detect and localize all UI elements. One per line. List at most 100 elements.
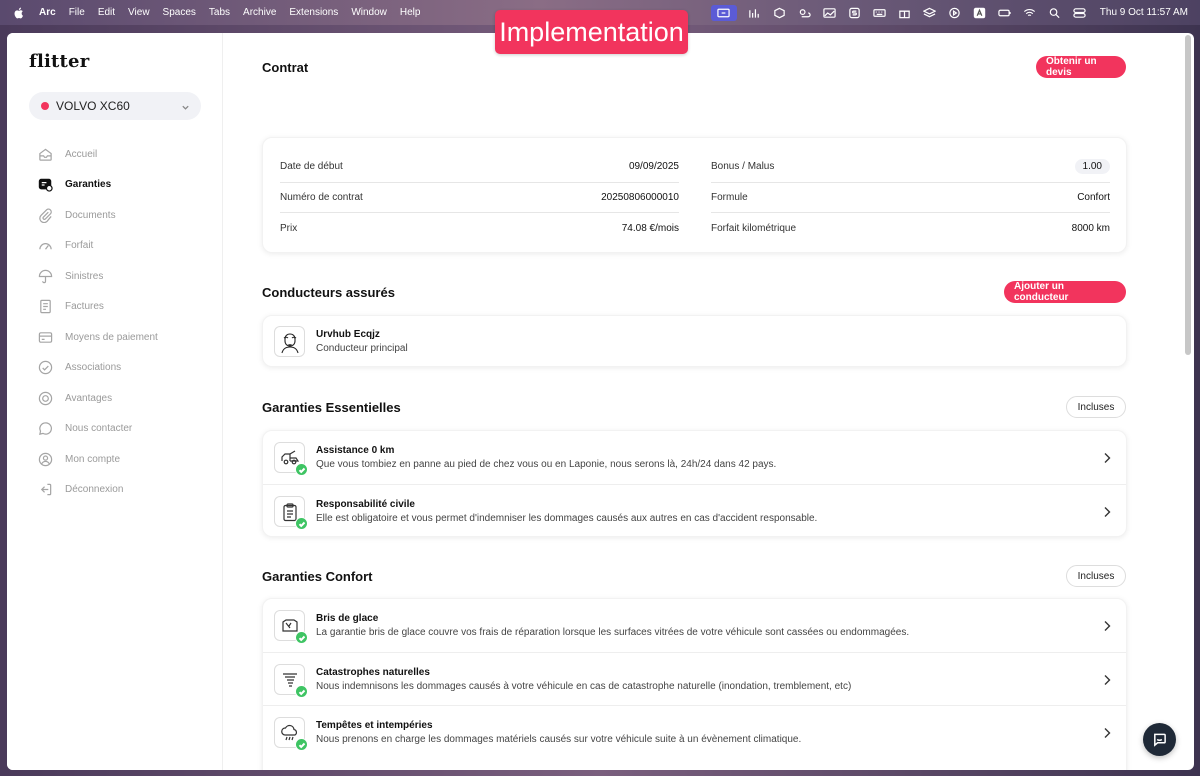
chevron-right-icon [1102,673,1112,685]
weather-icon[interactable] [798,7,812,19]
sidebar-item-deconnexion[interactable]: Déconnexion [37,475,158,506]
shield-card-icon [37,177,53,193]
sidebar-item-label: Sinistres [65,270,104,282]
sidebar-item-accueil[interactable]: Accueil [37,139,158,170]
gauge-icon [37,238,53,254]
kv-label: Bonus / Malus [711,161,775,173]
clipboard-icon [274,496,308,530]
menu-window[interactable]: Window [351,7,387,18]
screen-share-icon[interactable] [710,4,737,21]
scrollbar[interactable] [1185,35,1191,355]
keyboard-icon[interactable] [873,7,887,19]
guarantee-desc: Elle est obligatoire et vous permet d'in… [316,513,818,524]
guarantee-title: Catastrophes naturelles [316,667,430,678]
kv-value: Confort [1077,191,1110,203]
chevron-right-icon [1102,726,1112,738]
sidebar-item-label: Garanties [65,179,112,191]
vehicle-name: VOLVO XC60 [56,99,130,113]
gift-icon[interactable] [898,7,912,19]
guarantee-row-civil-liability[interactable]: Responsabilité civile Elle est obligatoi… [263,484,1126,537]
menu-view[interactable]: View [128,7,150,18]
support-chat-button[interactable] [1143,723,1176,756]
section-title-drivers: Conducteurs assurés [262,285,395,300]
sidebar-item-label: Déconnexion [65,484,124,496]
sidebar-item-avantages[interactable]: Avantages [37,383,158,414]
kv-label: Formule [711,191,748,203]
image-icon[interactable] [823,7,837,19]
contract-row-price: Prix 74.08 €/mois [280,213,679,244]
implementation-badge: Implementation [495,10,688,54]
sidebar-item-compte[interactable]: Mon compte [37,444,158,475]
check-icon [295,463,308,476]
chart-icon[interactable] [748,7,762,19]
layers-icon[interactable] [923,7,937,19]
apple-icon[interactable] [13,7,25,19]
sidebar-item-associations[interactable]: Associations [37,353,158,384]
sidebar-item-sinistres[interactable]: Sinistres [37,261,158,292]
section-title-contrat: Contrat [262,60,309,75]
logout-icon [37,482,53,498]
kv-value: 09/09/2025 [628,161,679,173]
menu-tabs[interactable]: Tabs [209,7,230,18]
menu-arc[interactable]: Arc [39,7,56,18]
text-input-icon[interactable] [973,7,987,19]
box-icon[interactable] [773,7,787,19]
play-icon[interactable] [948,7,962,19]
handshake-icon [37,360,53,376]
flitter-logo[interactable]: flitter [29,51,89,72]
guarantee-row-natural-disasters[interactable]: Catastrophes naturelles Nous indemnisons… [263,652,1126,705]
menu-help[interactable]: Help [400,7,421,18]
contract-row-km: Forfait kilométrique 8000 km [711,213,1110,244]
sidebar-item-label: Nous contacter [65,423,133,435]
sidebar-item-contact[interactable]: Nous contacter [37,414,158,445]
kv-value: 20250806000010 [601,191,679,203]
kv-label: Prix [280,222,298,234]
vehicle-dot [41,102,49,110]
kv-value: 8000 km [1071,222,1110,234]
check-icon [295,685,308,698]
driver-name: Urvhub Ecqjz [316,329,380,340]
wifi-icon[interactable] [1023,7,1037,19]
essentials-included-badge: Incluses [1066,396,1126,418]
vehicle-select[interactable]: VOLVO XC60 [29,92,201,120]
control-center-icon[interactable] [1073,7,1087,19]
check-icon [295,517,308,530]
check-icon [295,738,308,751]
clock[interactable]: Thu 9 Oct 11:57 AM [1100,7,1188,18]
chevron-right-icon [1102,505,1112,517]
guarantee-title: Assistance 0 km [316,445,395,456]
guarantee-row-storms[interactable]: Tempêtes et intempéries Nous prenons en … [263,705,1126,758]
sidebar-item-garanties[interactable]: Garanties [37,170,158,201]
menu-edit[interactable]: Edit [98,7,115,18]
driver-role: Conducteur principal [316,343,408,354]
contract-row-formule: Formule Confort [711,183,1110,213]
sidebar-item-forfait[interactable]: Forfait [37,231,158,262]
search-icon[interactable] [1048,7,1062,19]
user-circle-icon [37,451,53,467]
sidebar-item-paiement[interactable]: Moyens de paiement [37,322,158,353]
menu-extensions[interactable]: Extensions [289,7,338,18]
add-driver-button[interactable]: Ajouter un conducteur [1004,281,1126,303]
s-app-icon[interactable] [848,7,862,19]
contract-row-bonus: Bonus / Malus 1.00 [711,152,1110,183]
kv-label: Date de début [280,161,343,173]
menu-file[interactable]: File [69,7,85,18]
guarantee-desc: Nous prenons en charge les dommages maté… [316,734,802,745]
quote-button[interactable]: Obtenir un devis [1036,56,1126,78]
sidebar-item-label: Accueil [65,148,98,160]
menu-spaces[interactable]: Spaces [163,7,196,18]
guarantee-row-assistance[interactable]: Assistance 0 km Que vous tombiez en pann… [263,431,1126,484]
essentials-card: Assistance 0 km Que vous tombiez en pann… [262,430,1127,537]
chevron-right-icon [1102,619,1112,631]
badge-icon [37,390,53,406]
sidebar-item-documents[interactable]: Documents [37,200,158,231]
guarantee-desc: Que vous tombiez en panne au pied de che… [316,459,777,470]
section-title-essentials: Garanties Essentielles [262,400,401,415]
sidebar-item-factures[interactable]: Factures [37,292,158,323]
driver-card[interactable]: Urvhub Ecqjz Conducteur principal [262,315,1127,367]
battery-icon [998,7,1012,19]
guarantee-row-glass[interactable]: Bris de glace La garantie bris de glace … [263,599,1126,652]
paperclip-icon [37,207,53,223]
avatar [274,326,305,357]
menu-archive[interactable]: Archive [243,7,276,18]
